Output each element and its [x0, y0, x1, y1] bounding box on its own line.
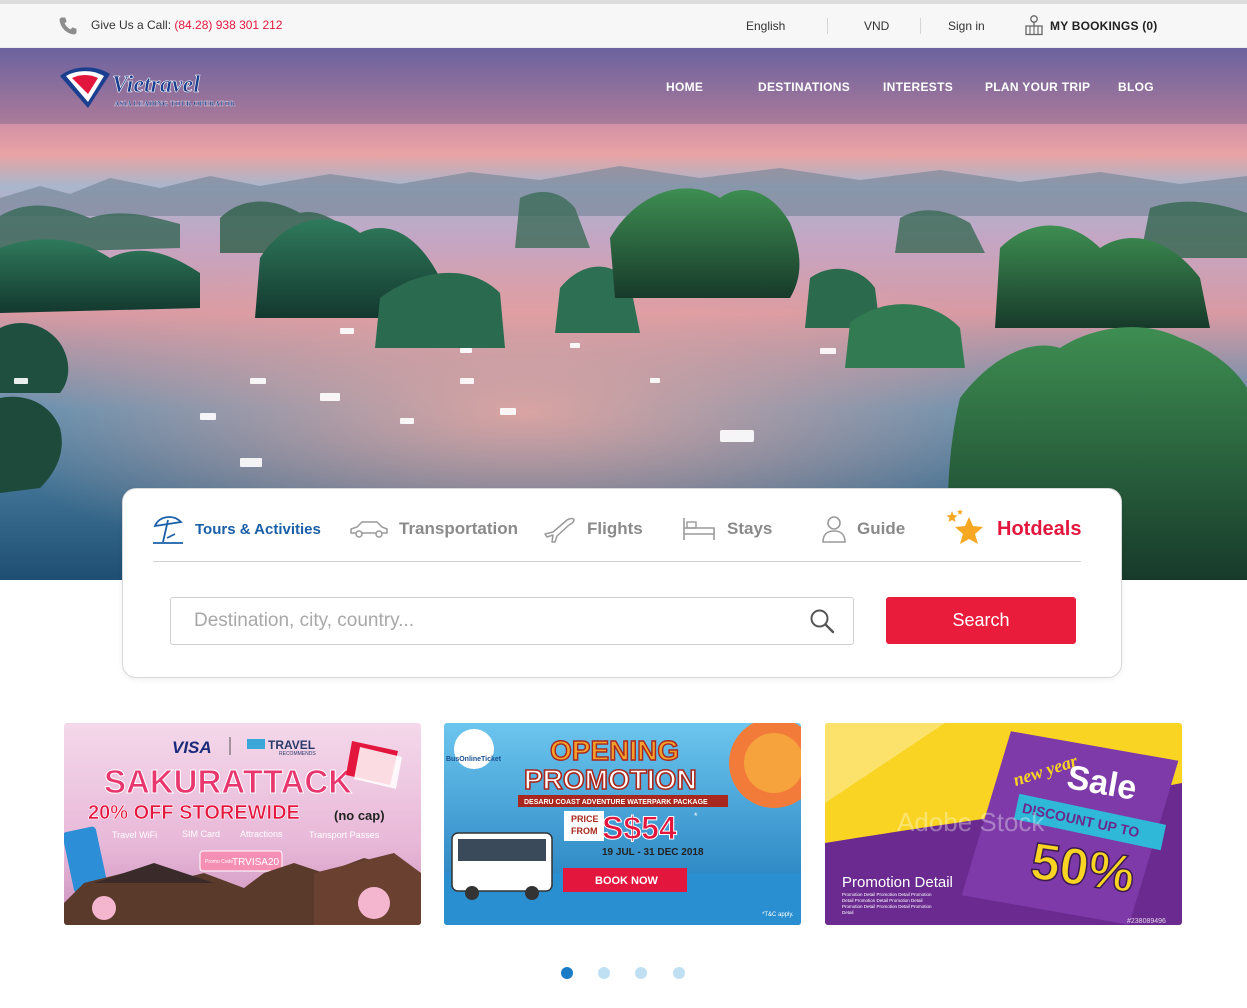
- car-icon: [350, 521, 388, 538]
- tab-label: Hotdeals: [997, 517, 1082, 540]
- promo-code: TRVISA20: [232, 857, 279, 868]
- airplane-icon: [544, 517, 575, 543]
- search-icon[interactable]: [809, 608, 835, 634]
- call-info: Give Us a Call: (84.28) 938 301 212: [91, 18, 282, 32]
- carousel-dot-4[interactable]: [673, 967, 685, 979]
- nav-interests[interactable]: INTERESTS: [883, 80, 953, 94]
- language-selector[interactable]: English: [746, 19, 785, 33]
- promotion-detail-line: Promotion Detail Promotion Detail Promot…: [842, 904, 932, 909]
- banner-subhead: 20% OFF STOREWIDE: [88, 802, 300, 824]
- tab-label: Guide: [857, 519, 906, 538]
- promo-banner-sakurattack[interactable]: VISA TRAVEL RECOMMENDS SAKURATTACK 20% O…: [64, 723, 421, 925]
- promo-code-label: Promo Code: [205, 859, 233, 865]
- stock-id: #238089496: [1127, 918, 1166, 925]
- phone-icon: [59, 17, 77, 35]
- tab-label: Transportation: [399, 519, 519, 538]
- nav-plan-your-trip[interactable]: PLAN YOUR TRIP: [985, 80, 1090, 94]
- promo-banner-new-year-sale[interactable]: new year Sale DISCOUNT UP TO 50% Adobe S…: [825, 723, 1182, 925]
- book-now-button: BOOK NOW: [595, 875, 659, 887]
- carousel-dot-1[interactable]: [561, 967, 573, 979]
- price-label-1: PRICE: [571, 814, 599, 824]
- currency-selector[interactable]: VND: [864, 19, 889, 33]
- brand-tagline: ASIA LEADING TOUR OPERATOR: [114, 99, 236, 108]
- promotion-detail-line: Detail: [842, 910, 854, 915]
- bookings-icon: [1025, 15, 1043, 36]
- nav-home[interactable]: HOME: [666, 80, 703, 94]
- tabs-divider: [153, 561, 1081, 562]
- divider: [827, 18, 828, 34]
- feature-sim: SIM Card: [182, 829, 220, 839]
- tab-flights[interactable]: Flights: [543, 509, 643, 549]
- banner-package: DESARU COAST ADVENTURE WATERPARK PACKAGE: [524, 799, 708, 806]
- tab-label: Flights: [587, 519, 643, 538]
- banner-price: S$54: [602, 810, 677, 846]
- tab-label: Stays: [727, 519, 773, 538]
- carousel-dot-3[interactable]: [635, 967, 647, 979]
- tab-tours-activities[interactable]: Tours & Activities: [151, 509, 321, 549]
- price-mark: *: [694, 811, 698, 821]
- feature-transport: Transport Passes: [309, 830, 380, 840]
- banner-headline: SAKURATTACK: [104, 763, 352, 800]
- call-label: Give Us a Call:: [91, 18, 172, 32]
- search-button[interactable]: Search: [886, 597, 1076, 644]
- nav-destinations[interactable]: DESTINATIONS: [758, 80, 850, 94]
- my-bookings-link[interactable]: MY BOOKINGS (0): [1050, 19, 1157, 33]
- destination-search-input[interactable]: [170, 597, 854, 645]
- travel-recommends-sub: RECOMMENDS: [279, 751, 316, 757]
- tab-hotdeals[interactable]: Hotdeals: [945, 509, 1081, 549]
- beach-umbrella-icon: [153, 516, 183, 544]
- sign-in-link[interactable]: Sign in: [948, 19, 985, 33]
- banner-dates: 19 JUL - 31 DEC 2018: [602, 847, 704, 858]
- person-icon: [822, 516, 846, 543]
- banner-headline-2: PROMOTION: [524, 764, 697, 795]
- stock-watermark: Adobe Stock: [897, 807, 1045, 837]
- feature-wifi: Travel WiFi: [112, 830, 157, 840]
- banner-subhead-note: (no cap): [334, 808, 385, 823]
- terms-note: *T&C apply.: [762, 912, 794, 918]
- brand-name: Vietravel: [112, 72, 200, 98]
- visa-logo: VISA: [172, 738, 212, 757]
- tab-label: Tours & Activities: [195, 520, 321, 538]
- busonlineticket-logo: BusOnlineTicket: [446, 756, 502, 763]
- divider: [920, 18, 921, 34]
- price-label-2: FROM: [571, 826, 598, 836]
- star-icon: [946, 509, 983, 544]
- promotion-detail-line: Promotion Detail Promotion Detail Promot…: [842, 892, 932, 897]
- carousel-dot-2[interactable]: [598, 967, 610, 979]
- search-panel: Tours & Activities Transportation Flight…: [122, 488, 1122, 678]
- vietravel-logo[interactable]: Vietravel ASIA LEADING TOUR OPERATOR: [58, 62, 258, 112]
- tab-transportation[interactable]: Transportation: [349, 509, 518, 549]
- utility-bar: Give Us a Call: (84.28) 938 301 212 Engl…: [0, 4, 1247, 48]
- bed-icon: [683, 518, 715, 540]
- promotion-detail-title: Promotion Detail: [842, 874, 953, 891]
- promotion-detail-line: Detail Promotion Detail Promotion Detail: [842, 898, 923, 903]
- phone-number[interactable]: (84.28) 938 301 212: [174, 18, 282, 32]
- banner-headline-1: OPENING: [550, 735, 679, 766]
- travel-recommends-logo: TRAVEL: [268, 738, 315, 752]
- nav-blog[interactable]: BLOG: [1118, 80, 1154, 94]
- tab-stays[interactable]: Stays: [681, 509, 772, 549]
- feature-attractions: Attractions: [240, 829, 283, 839]
- promo-banner-opening-promotion[interactable]: BusOnlineTicket OPENING PROMOTION DESARU…: [444, 723, 801, 925]
- tab-guide[interactable]: Guide: [821, 509, 905, 549]
